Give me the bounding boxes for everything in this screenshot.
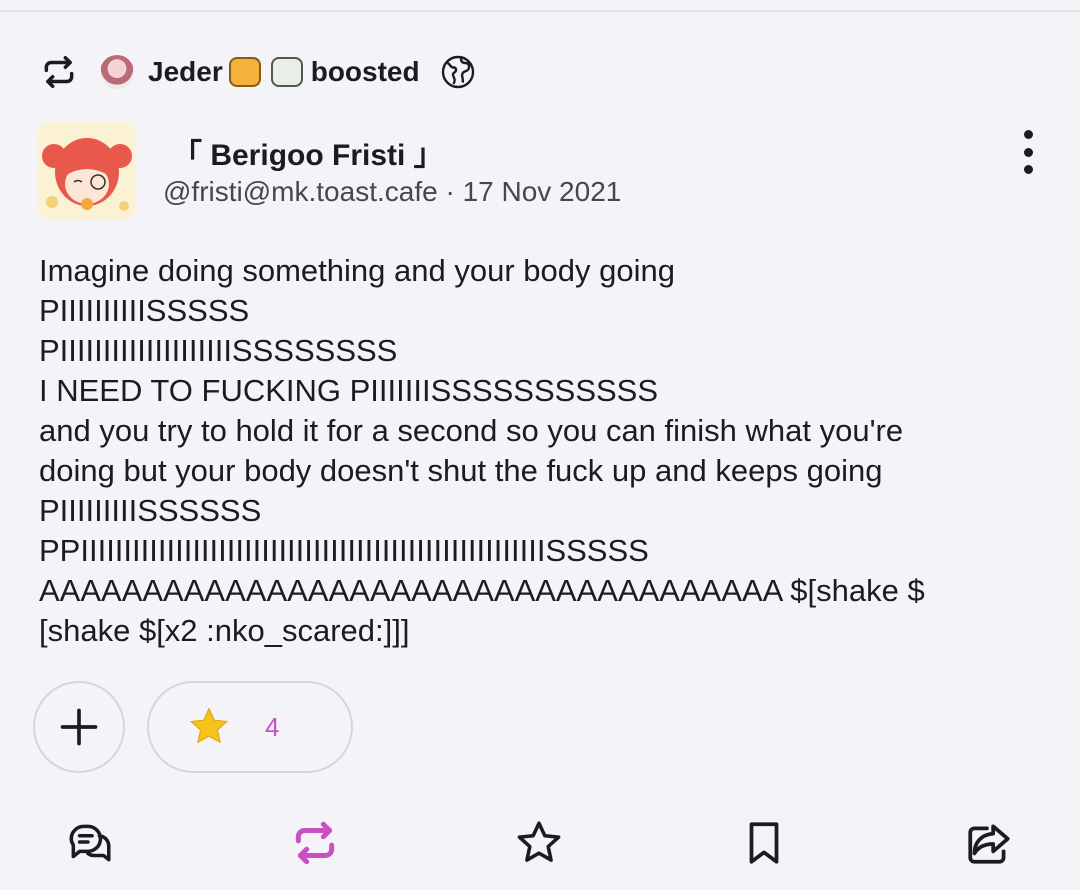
boost-button[interactable] [290,818,340,868]
boosted-label: boosted [310,56,420,87]
reaction-star-chip[interactable]: 4 [147,681,353,773]
booster-avatar[interactable] [100,55,134,89]
more-dot-icon [1023,147,1033,157]
post-line: I NEED TO FUCKING PIIIIIIISSSSSSSSSSS [39,373,659,408]
more-dot-icon [1023,165,1033,174]
more-dot-icon [1023,130,1033,139]
reaction-count: 4 [265,711,280,742]
more-options-button[interactable] [1008,130,1048,174]
star-emoji-icon [190,708,228,743]
post-line: PIIIIIIIIISSSSSS [39,493,262,528]
add-reaction-button[interactable] [33,681,125,773]
boost-header: Jeder boosted [40,50,476,94]
booster-name[interactable]: Jeder [148,56,223,88]
post-line: [shake $[x2 :nko_scared:]]] [39,613,410,648]
star-outline-icon [517,821,561,862]
post-line: PIIIIIIIIIISSSSS [39,293,250,328]
reply-button[interactable] [65,818,115,868]
bookmark-icon [749,822,779,864]
avatar-image [38,122,136,220]
post-line: and you try to hold it for a second so y… [39,413,904,448]
bookmark-button[interactable] [739,818,789,868]
post-line: PIIIIIIIIIIIIIIIIIIIISSSSSSSS [39,333,398,368]
boost-icon [44,56,74,88]
author-handle-and-date[interactable]: @fristi@mk.toast.cafe · 17 Nov 2021 [163,176,621,208]
favourite-button[interactable] [514,818,564,868]
post-line: AAAAAAAAAAAAAAAAAAAAAAAAAAAAAAAAAAAA $[s… [39,573,925,608]
plus-icon [60,708,98,746]
boost-active-icon [295,821,335,865]
share-button[interactable] [964,818,1014,868]
author-display-name[interactable]: 「 Berigoo Fristi 」 [172,130,444,174]
author-avatar[interactable] [38,122,136,220]
cat-emoji-icon [228,57,261,87]
share-icon [968,824,1010,864]
reply-icon [69,824,111,862]
post-line: Imagine doing something and your body go… [39,253,675,288]
post-line: doing but your body doesn't shut the fuc… [39,453,883,488]
post-line: PPIIIIIIIIIIIIIIIIIIIIIIIIIIIIIIIIIIIIII… [39,533,649,568]
globe-icon [441,55,474,89]
divider [0,10,1080,12]
cat-face-emoji-icon [270,57,303,87]
post-content: Imagine doing something and your body go… [39,251,1039,651]
